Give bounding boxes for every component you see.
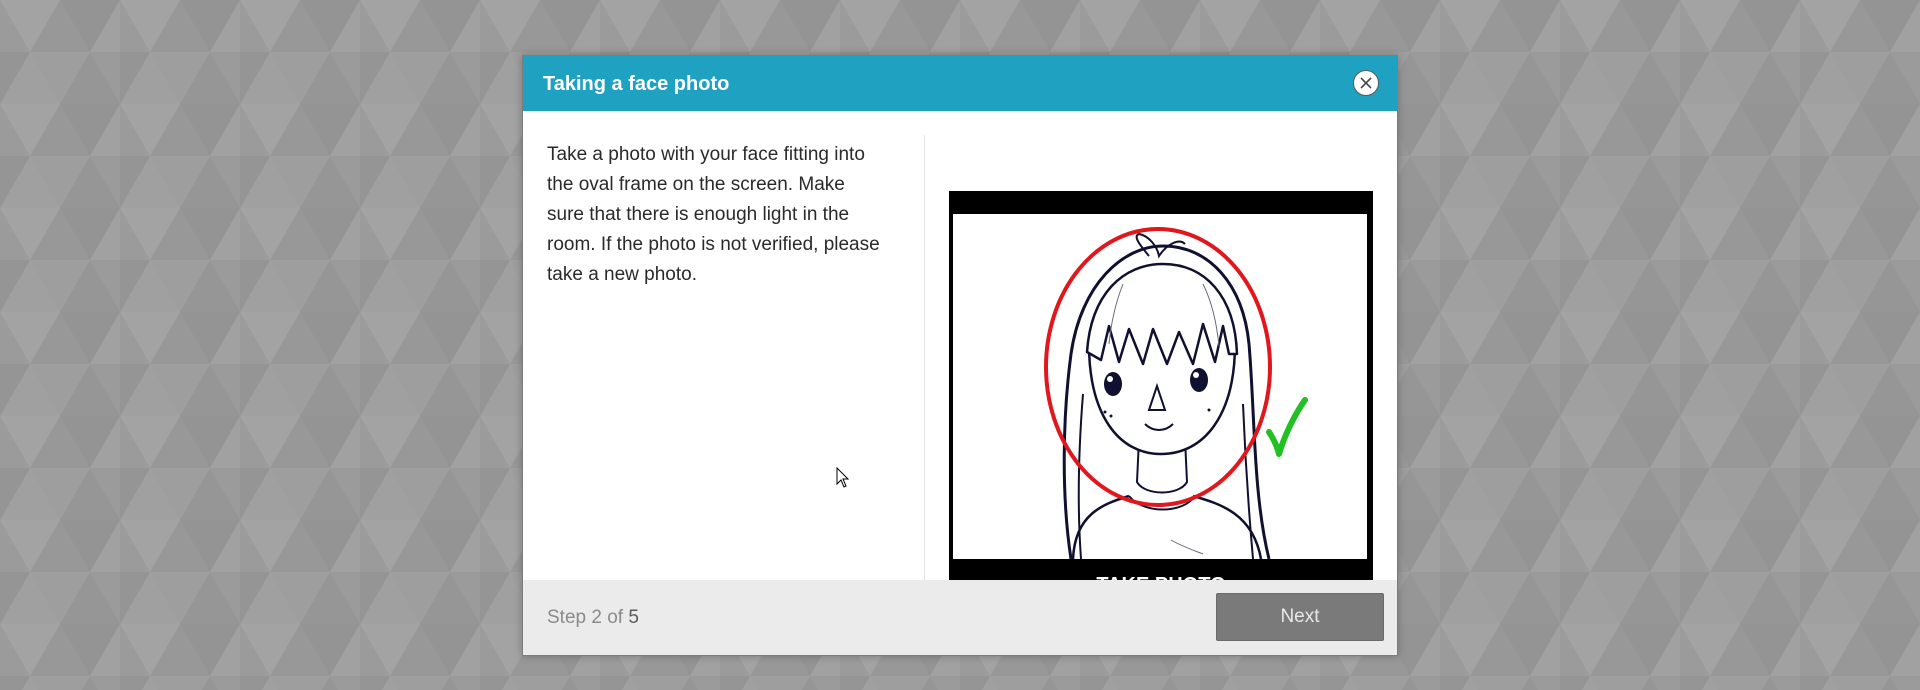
close-icon — [1360, 77, 1372, 89]
divider — [924, 135, 925, 582]
dialog-header: Taking a face photo — [523, 56, 1397, 111]
step-indicator: Step 2 of 5 — [547, 607, 639, 629]
dialog-body: Take a photo with your face fitting into… — [523, 111, 1397, 636]
step-total: 5 — [628, 607, 639, 628]
camera-preview — [953, 214, 1367, 559]
camera-frame: TAKE PHOTO — [949, 191, 1373, 611]
close-button[interactable] — [1353, 70, 1379, 96]
step-prefix: Step — [547, 607, 592, 628]
dialog-footer: Step 2 of 5 Next — [523, 580, 1397, 655]
instructions-text: Take a photo with your face fitting into… — [547, 144, 880, 285]
step-current: 2 — [591, 607, 602, 628]
checkmark-icon — [1266, 397, 1308, 457]
face-illustration — [1044, 227, 1308, 559]
mouse-cursor-icon — [836, 467, 850, 488]
next-button[interactable]: Next — [1216, 593, 1384, 641]
dialog-title: Taking a face photo — [543, 73, 730, 95]
face-photo-dialog: Taking a face photo Take a photo with yo… — [522, 55, 1398, 656]
step-separator: of — [601, 607, 629, 628]
